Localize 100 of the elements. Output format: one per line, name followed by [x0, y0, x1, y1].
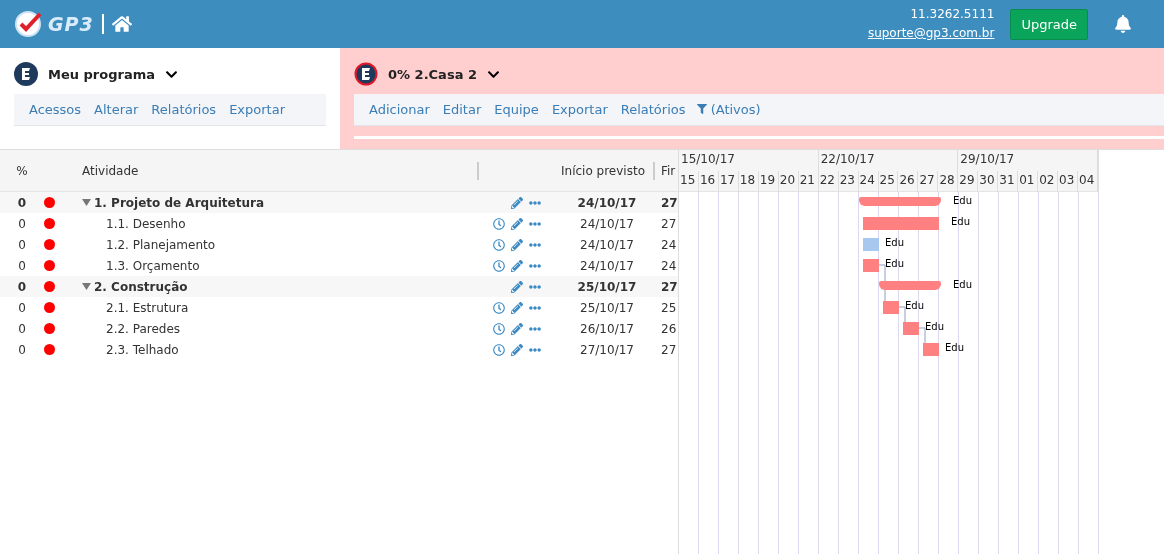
activity-name[interactable]: 2.2. Paredes	[82, 321, 181, 336]
start-date-cell-text: 24/10/17	[579, 237, 635, 252]
check-badge-icon	[14, 9, 44, 39]
bar-label: Edu	[953, 279, 972, 290]
menu-link[interactable]: Relatórios	[620, 102, 686, 117]
status-dot	[44, 239, 55, 250]
pencil-icon[interactable]	[511, 217, 523, 230]
day-label: 29	[958, 171, 979, 192]
clock-icon[interactable]	[493, 217, 505, 230]
end-date-cell-text: 26	[660, 321, 678, 336]
day-label: 27	[918, 171, 939, 192]
pencil-icon[interactable]	[511, 280, 523, 293]
percent-cell-text: 0	[17, 216, 27, 231]
program-logo-icon	[14, 62, 38, 86]
status-dot	[44, 197, 55, 208]
bar-label: Edu	[953, 195, 972, 206]
column-header: Fir	[660, 163, 677, 178]
pencil-icon[interactable]	[511, 301, 523, 314]
activity-name[interactable]: 1.2. Planejamento	[82, 237, 216, 252]
percent-cell-text: 0	[17, 258, 27, 273]
program-title[interactable]: Meu programa	[48, 66, 155, 82]
activity-name[interactable]: 2.3. Telhado	[82, 342, 179, 357]
pencil-icon[interactable]	[511, 238, 523, 251]
filter-icon	[696, 104, 707, 114]
activity-name[interactable]: 1. Projeto de Arquitetura	[94, 195, 264, 210]
menu-link[interactable]: Equipe	[494, 102, 539, 117]
percent-cell-text: 0	[17, 342, 27, 357]
project-title[interactable]: 0% 2.Casa 2	[388, 66, 477, 82]
menu-link[interactable]: Adicionar	[369, 102, 430, 117]
pencil-icon[interactable]	[511, 343, 523, 356]
end-date-cell-text: 24	[660, 237, 678, 252]
day-label: 21	[798, 171, 819, 192]
logo-text: GP3	[48, 13, 94, 35]
start-date-cell-text: 25/10/17	[576, 279, 638, 294]
day-label: 22	[818, 171, 839, 192]
day-label: 19	[758, 171, 779, 192]
start-date-cell-text: 26/10/17	[579, 321, 635, 336]
end-date-cell-text: 25	[660, 300, 678, 315]
activity-name[interactable]: 1.3. Orçamento	[82, 258, 200, 273]
status-dot	[44, 218, 55, 229]
end-date-cell-text: 27	[660, 279, 678, 294]
start-date-cell-text: 27/10/17	[579, 342, 635, 357]
menu-link[interactable]: Alterar	[94, 102, 139, 117]
caret-icon[interactable]	[82, 282, 91, 291]
bar-label: Edu	[885, 237, 904, 248]
menu-link[interactable]: Exportar	[229, 102, 285, 117]
clock-icon[interactable]	[493, 301, 505, 314]
upgrade-button[interactable]: Upgrade	[1010, 8, 1088, 40]
start-date-cell-text: 24/10/17	[579, 216, 635, 231]
bell-icon[interactable]	[1114, 15, 1132, 33]
day-label: 26	[898, 171, 919, 192]
bar-label: Edu	[905, 300, 924, 311]
activity-name[interactable]: 2.1. Estrutura	[82, 300, 189, 315]
menu-link[interactable]: Acessos	[29, 102, 82, 117]
day-label: 23	[838, 171, 859, 192]
bar-label: Edu	[951, 216, 970, 227]
pencil-icon[interactable]	[511, 196, 523, 209]
pencil-icon[interactable]	[511, 322, 523, 335]
day-label: 04	[1078, 171, 1098, 192]
day-label: 28	[938, 171, 959, 192]
week-label: 15/10/17	[679, 150, 819, 171]
column-header: Início previsto	[561, 163, 646, 178]
day-label: 16	[698, 171, 719, 192]
percent-cell-text: 0	[16, 195, 28, 210]
column-header: %	[15, 163, 29, 178]
day-label: 30	[978, 171, 999, 192]
day-label: 15	[679, 171, 699, 192]
menu-link[interactable]: Editar	[442, 102, 482, 117]
home-icon[interactable]	[111, 14, 132, 34]
caret-icon[interactable]	[82, 198, 91, 207]
week-label: 22/10/17	[818, 150, 959, 171]
day-label: 01	[1018, 171, 1039, 192]
activity-name[interactable]: 2. Construção	[94, 279, 188, 294]
start-date-cell-text: 25/10/17	[579, 300, 635, 315]
menu-link[interactable]: Relatórios	[151, 102, 217, 117]
phone-number: 11.3262.5111	[910, 6, 995, 23]
clock-icon[interactable]	[493, 343, 505, 356]
bar-label: Edu	[925, 321, 944, 332]
day-label: 17	[718, 171, 739, 192]
filter-link[interactable]: (Ativos)	[696, 102, 761, 117]
email-link[interactable]: suporte@gp3.com.br	[867, 24, 995, 43]
week-label: 29/10/17	[958, 150, 1098, 171]
end-date-cell-text: 27	[660, 342, 678, 357]
summary-bar[interactable]	[879, 281, 941, 290]
menu-link[interactable]: Exportar	[551, 102, 608, 117]
status-dot	[44, 323, 55, 334]
day-label: 24	[858, 171, 879, 192]
clock-icon[interactable]	[493, 238, 505, 251]
percent-cell-text: 0	[17, 237, 27, 252]
activity-name[interactable]: 1.1. Desenho	[82, 216, 186, 231]
pencil-icon[interactable]	[511, 259, 523, 272]
clock-icon[interactable]	[493, 322, 505, 335]
day-label: 03	[1058, 171, 1079, 192]
day-label: 31	[998, 171, 1019, 192]
status-dot	[44, 281, 55, 292]
bar-label: Edu	[945, 342, 964, 353]
percent-cell-text: 0	[16, 279, 28, 294]
day-label: 02	[1038, 171, 1059, 192]
status-dot	[44, 344, 55, 355]
clock-icon[interactable]	[493, 259, 505, 272]
